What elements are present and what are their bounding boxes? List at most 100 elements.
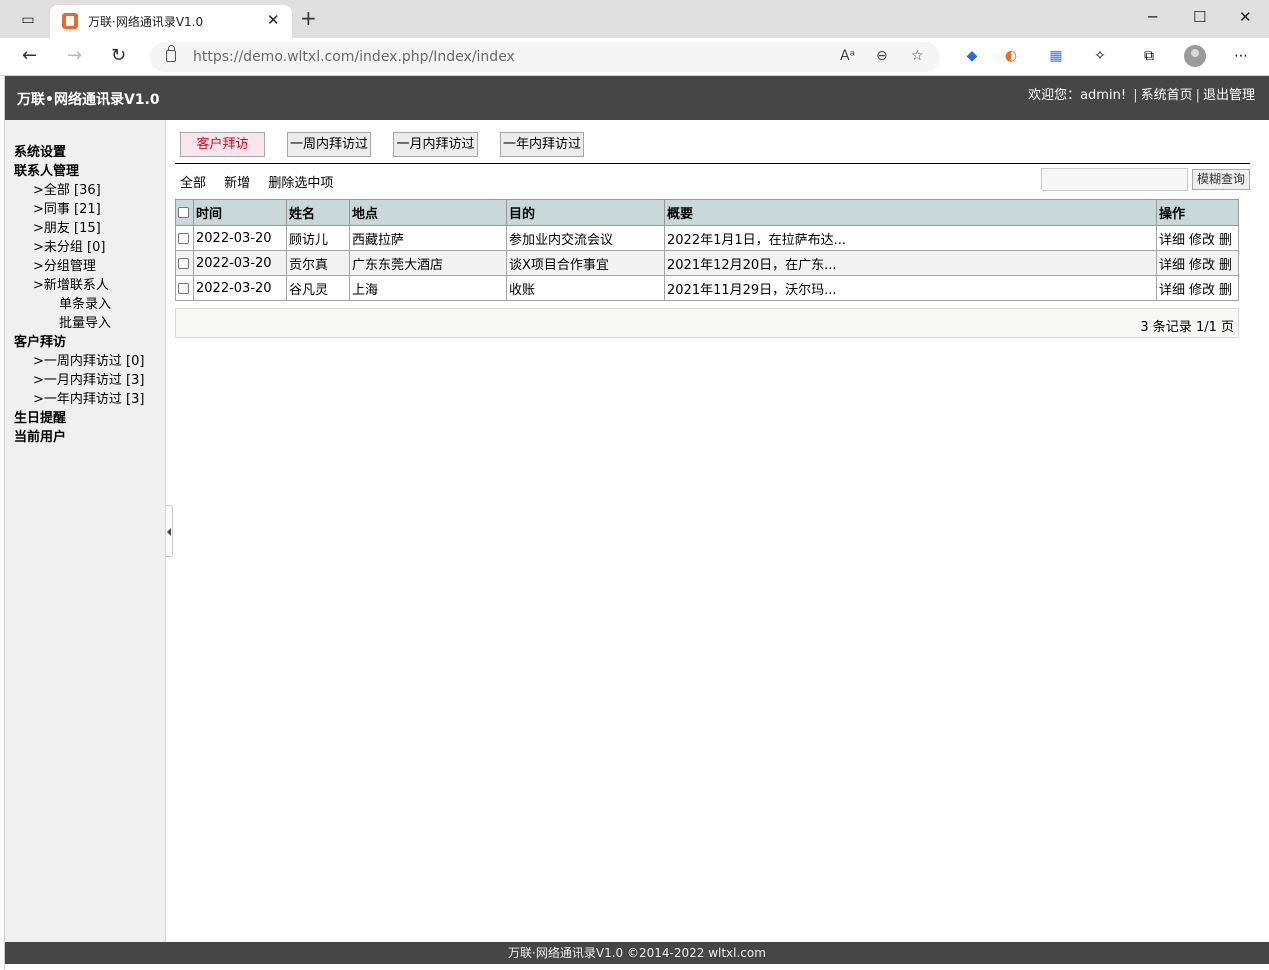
row-checkbox[interactable] (178, 257, 189, 269)
forward-icon[interactable]: → (67, 46, 82, 66)
select-all-checkbox[interactable] (178, 207, 189, 218)
sidebar-item-visited-week[interactable]: >一周内拜访过 [0] (5, 352, 165, 371)
table-header-row: 时间 姓名 地点 目的 概要 操作 (175, 199, 1239, 226)
tab-visited-year[interactable]: 一年内拜访过 (500, 132, 584, 157)
new-tab-icon[interactable]: + (300, 8, 317, 28)
delete-link[interactable]: 删 (1219, 283, 1232, 298)
column-header-place[interactable]: 地点 (349, 199, 507, 226)
add-link[interactable]: 新增 (224, 176, 250, 191)
minimize-icon[interactable]: ─ (1148, 8, 1157, 26)
reload-icon[interactable]: ↻ (111, 46, 126, 66)
close-window-icon[interactable]: ✕ (1239, 8, 1252, 26)
delete-link[interactable]: 删 (1219, 233, 1232, 248)
cell-actions: 详细 修改删 (1156, 275, 1239, 301)
column-header-purpose[interactable]: 目的 (506, 199, 665, 226)
profile-avatar[interactable] (1184, 45, 1206, 67)
column-header-name[interactable]: 姓名 (286, 199, 350, 226)
cell-actions: 详细 修改删 (1156, 250, 1239, 276)
view-tabs: 客户拜访 一周内拜访过 一月内拜访过 一年内拜访过 (175, 132, 1250, 164)
browser-tab-bar: ▭ 万联·网络通讯录V1.0 ✕ + ─ ☐ ✕ (0, 0, 1269, 38)
cell-purpose: 参加业内交流会议 (506, 225, 665, 251)
row-select-cell (175, 225, 194, 251)
cell-summary: 2021年12月20日，在广东... (664, 250, 1157, 276)
zoom-icon[interactable]: ⊖ (876, 48, 888, 64)
more-icon[interactable]: ⋯ (1231, 46, 1251, 66)
sidebar: 系统设置 联系人管理 >全部 [36] >同事 [21] >朋友 [15] >未… (5, 120, 166, 942)
extensions-icon[interactable]: ✧ (1090, 46, 1110, 66)
select-all-cell (175, 199, 194, 226)
tab-visited-week[interactable]: 一周内拜访过 (287, 132, 371, 157)
read-aloud-icon[interactable]: Aᵃ (840, 48, 855, 64)
edit-link[interactable]: 修改 (1189, 258, 1215, 273)
detail-link[interactable]: 详细 (1159, 258, 1185, 273)
url-text: https://demo.wltxl.com/index.php/Index/i… (193, 49, 515, 65)
cell-time: 2022-03-20 (193, 275, 287, 301)
tab-actions-icon[interactable]: ▭ (18, 10, 38, 30)
sidebar-item-visited-year[interactable]: >一年内拜访过 [3] (5, 390, 165, 409)
cell-place: 广东东莞大酒店 (349, 250, 507, 276)
sidebar-item-single-entry[interactable]: 单条录入 (5, 295, 165, 314)
row-checkbox[interactable] (178, 282, 189, 294)
sidebar-item-friends[interactable]: >朋友 [15] (5, 219, 165, 238)
sidebar-contacts-section[interactable]: 联系人管理 (5, 162, 165, 181)
main-content: 客户拜访 一周内拜访过 一月内拜访过 一年内拜访过 全部 新增 删除选中项 模糊… (167, 120, 1269, 942)
close-tab-icon[interactable]: ✕ (267, 11, 280, 29)
collections-icon[interactable]: ⧉ (1139, 46, 1159, 66)
detail-link[interactable]: 详细 (1159, 233, 1185, 248)
column-header-actions: 操作 (1156, 199, 1239, 226)
back-icon[interactable]: ← (22, 46, 37, 66)
header-links: 欢迎您：admin! | 系统首页 | 退出管理 (1028, 84, 1255, 103)
extension-icon[interactable]: ◐ (1001, 46, 1021, 66)
favorite-icon[interactable]: ☆ (911, 48, 924, 64)
calendar-icon[interactable]: ▦ (1046, 46, 1066, 66)
sidebar-item-all[interactable]: >全部 [36] (5, 181, 165, 200)
maximize-icon[interactable]: ☐ (1193, 8, 1206, 26)
app-title: 万联•网络通讯录V1.0 (17, 92, 160, 108)
cell-actions: 详细 修改删 (1156, 225, 1239, 251)
column-header-time[interactable]: 时间 (193, 199, 287, 226)
sidebar-item-add-contact[interactable]: >新增联系人 (5, 276, 165, 295)
sidebar-visits-section[interactable]: 客户拜访 (5, 333, 165, 352)
cell-place: 西藏拉萨 (349, 225, 507, 251)
detail-link[interactable]: 详细 (1159, 283, 1185, 298)
home-link[interactable]: 系统首页 (1141, 88, 1193, 103)
cell-purpose: 谈X项目合作事宜 (506, 250, 665, 276)
row-select-cell (175, 250, 194, 276)
pagination-text: 3 条记录 1/1 页 (1140, 320, 1234, 335)
search-input[interactable] (1041, 168, 1188, 191)
site-favicon-icon (62, 13, 78, 29)
show-all-link[interactable]: 全部 (180, 176, 206, 191)
cell-time: 2022-03-20 (193, 225, 287, 251)
edit-link[interactable]: 修改 (1189, 283, 1215, 298)
sidebar-item-batch-import[interactable]: 批量导入 (5, 314, 165, 333)
table-row: 2022-03-20 谷凡灵 上海 收账 2021年11月29日，沃尔玛... … (175, 275, 1239, 301)
sidebar-item-ungrouped[interactable]: >未分组 [0] (5, 238, 165, 257)
address-bar[interactable]: https://demo.wltxl.com/index.php/Index/i… (150, 42, 940, 72)
sidebar-item-group-management[interactable]: >分组管理 (5, 257, 165, 276)
tab-customer-visits[interactable]: 客户拜访 (180, 132, 265, 157)
sidebar-birthday[interactable]: 生日提醒 (5, 409, 165, 428)
logout-link[interactable]: 退出管理 (1203, 88, 1255, 103)
lock-icon[interactable] (166, 45, 176, 62)
pagination-bar: 3 条记录 1/1 页 (175, 308, 1239, 338)
sidebar-current-user[interactable]: 当前用户 (5, 428, 165, 447)
cell-name: 贡尔真 (286, 250, 350, 276)
cell-summary: 2021年11月29日，沃尔玛... (664, 275, 1157, 301)
delete-link[interactable]: 删 (1219, 258, 1232, 273)
extension-icon[interactable]: ◆ (962, 46, 982, 66)
column-header-summary[interactable]: 概要 (664, 199, 1157, 226)
sidebar-settings[interactable]: 系统设置 (5, 143, 165, 162)
url-path: /index.php/Index/index (354, 49, 515, 65)
edit-link[interactable]: 修改 (1189, 233, 1215, 248)
footer: 万联·网络通讯录V1.0 ©2014-2022 wltxl.com (5, 942, 1269, 964)
welcome-text: 欢迎您：admin! (1028, 88, 1127, 103)
browser-tab[interactable]: 万联·网络通讯录V1.0 ✕ (50, 5, 292, 38)
delete-selected-link[interactable]: 删除选中项 (268, 176, 333, 191)
tab-visited-month[interactable]: 一月内拜访过 (393, 132, 478, 157)
sidebar-item-colleagues[interactable]: >同事 [21] (5, 200, 165, 219)
sidebar-item-visited-month[interactable]: >一月内拜访过 [3] (5, 371, 165, 390)
separator: | (1133, 88, 1138, 103)
fuzzy-search-button[interactable]: 模糊查询 (1192, 169, 1250, 190)
row-checkbox[interactable] (178, 232, 189, 244)
table-row: 2022-03-20 贡尔真 广东东莞大酒店 谈X项目合作事宜 2021年12月… (175, 250, 1239, 276)
